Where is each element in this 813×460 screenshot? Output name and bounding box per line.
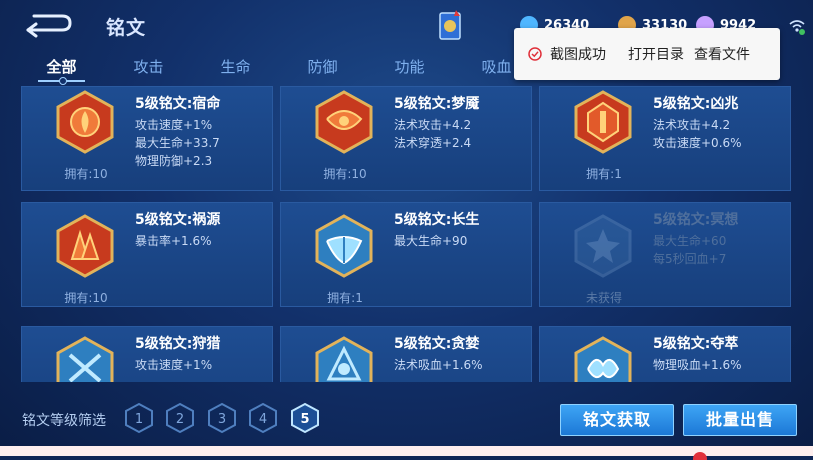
- rune-card[interactable]: 5级铭文:祸源 暴击率+1.6% 拥有:10: [21, 202, 273, 307]
- rune-card[interactable]: 5级铭文:贪婪 法术吸血+1.6%: [280, 326, 532, 382]
- svg-text:3: 3: [218, 412, 226, 427]
- rune-stat: 攻击速度+0.6%: [653, 136, 742, 150]
- rune-stat: 物理吸血+1.6%: [653, 358, 742, 372]
- rune-acquire-button[interactable]: 铭文获取: [560, 404, 674, 436]
- rune-name: 5级铭文:冥想: [653, 212, 739, 228]
- owned-count: 拥有:10: [323, 167, 367, 181]
- rune-card-locked[interactable]: 5级铭文:冥想 最大生命+60 每5秒回血+7 未获得: [539, 202, 791, 307]
- rune-stat: 攻击速度+1%: [135, 358, 213, 372]
- level-filter-label: 铭文等级筛选: [22, 413, 106, 429]
- open-directory-link[interactable]: 打开目录: [628, 44, 684, 64]
- toast-status: 截图成功: [550, 47, 606, 63]
- bulk-sell-button[interactable]: 批量出售: [683, 404, 797, 436]
- screenshot-toast: 截图成功 打开目录 查看文件: [514, 28, 780, 80]
- rune-name: 5级铭文:宿命: [135, 96, 221, 112]
- rune-name: 5级铭文:凶兆: [653, 96, 739, 112]
- level-5-filter[interactable]: 5: [290, 402, 320, 434]
- view-file-link[interactable]: 查看文件: [694, 44, 750, 64]
- owned-count: 拥有:1: [327, 291, 363, 305]
- rune-card[interactable]: 5级铭文:夺萃 物理吸血+1.6%: [539, 326, 791, 382]
- svg-text:1: 1: [135, 412, 143, 427]
- not-obtained-label: 未获得: [585, 291, 622, 305]
- rune-stat: 法术吸血+1.6%: [394, 358, 483, 372]
- back-arrow-icon[interactable]: [22, 12, 74, 38]
- wifi-icon: [789, 20, 805, 35]
- rune-emblem-icon: [56, 214, 114, 278]
- rune-stat: 暴击率+1.6%: [135, 234, 212, 248]
- tab-health[interactable]: 生命: [192, 56, 279, 86]
- rune-stat: 最大生命+60: [653, 234, 727, 248]
- rune-card[interactable]: 5级铭文:凶兆 法术攻击+4.2 攻击速度+0.6% 拥有:1: [539, 86, 791, 191]
- rune-card[interactable]: 5级铭文:梦魇 法术攻击+4.2 法术穿透+2.4 拥有:10: [280, 86, 532, 191]
- rune-emblem-icon: [574, 214, 632, 278]
- rune-card[interactable]: 5级铭文:狩猎 攻击速度+1%: [21, 326, 273, 382]
- rune-stat: 攻击速度+1%: [135, 118, 213, 132]
- rune-emblem-icon: [574, 90, 632, 154]
- svg-text:4: 4: [259, 412, 267, 427]
- rune-book-icon[interactable]: [436, 10, 464, 42]
- tab-defense[interactable]: 防御: [279, 56, 366, 86]
- rune-stat: 每5秒回血+7: [653, 252, 727, 266]
- level-4-filter[interactable]: 4: [248, 402, 278, 434]
- rune-stat: 最大生命+90: [394, 234, 468, 248]
- rune-name: 5级铭文:夺萃: [653, 336, 739, 352]
- svg-text:5: 5: [300, 412, 309, 427]
- rune-stat: 最大生命+33.7: [135, 136, 220, 150]
- level-3-filter[interactable]: 3: [207, 402, 237, 434]
- rune-stat: 物理防御+2.3: [135, 154, 213, 168]
- category-tabs: 全部 攻击 生命 防御 功能 吸血: [18, 56, 540, 86]
- rune-name: 5级铭文:祸源: [135, 212, 221, 228]
- owned-count: 拥有:1: [586, 167, 622, 181]
- tab-attack[interactable]: 攻击: [105, 56, 192, 86]
- system-strip: [0, 446, 813, 456]
- svg-text:2: 2: [176, 412, 184, 427]
- rune-emblem-icon: [315, 90, 373, 154]
- tab-all[interactable]: 全部: [18, 56, 105, 86]
- notification-dot: [693, 452, 707, 460]
- rune-card[interactable]: 5级铭文:长生 最大生命+90 拥有:1: [280, 202, 532, 307]
- owned-count: 拥有:10: [64, 291, 108, 305]
- rune-name: 5级铭文:梦魇: [394, 96, 480, 112]
- rune-stat: 法术攻击+4.2: [394, 118, 472, 132]
- rune-card[interactable]: 5级铭文:宿命 攻击速度+1% 最大生命+33.7 物理防御+2.3 拥有:10: [21, 86, 273, 191]
- page-title: 铭文: [106, 17, 147, 39]
- level-1-filter[interactable]: 1: [124, 402, 154, 434]
- check-circle-icon: [528, 47, 542, 61]
- tab-utility[interactable]: 功能: [366, 56, 453, 86]
- owned-count: 拥有:10: [64, 167, 108, 181]
- rune-emblem-icon: [315, 214, 373, 278]
- rune-name: 5级铭文:狩猎: [135, 336, 221, 352]
- rune-emblem-icon: [315, 336, 373, 382]
- bottom-bar: 铭文等级筛选 1 2 3 4 5 铭文获取 批量出售: [0, 382, 813, 446]
- rune-name: 5级铭文:贪婪: [394, 336, 480, 352]
- rune-stat: 法术攻击+4.2: [653, 118, 731, 132]
- rune-name: 5级铭文:长生: [394, 212, 480, 228]
- rune-emblem-icon: [56, 90, 114, 154]
- level-2-filter[interactable]: 2: [165, 402, 195, 434]
- rune-grid: 5级铭文:宿命 攻击速度+1% 最大生命+33.7 物理防御+2.3 拥有:10…: [21, 86, 791, 382]
- rune-emblem-icon: [574, 336, 632, 382]
- rune-stat: 法术穿透+2.4: [394, 136, 472, 150]
- rune-emblem-icon: [56, 336, 114, 382]
